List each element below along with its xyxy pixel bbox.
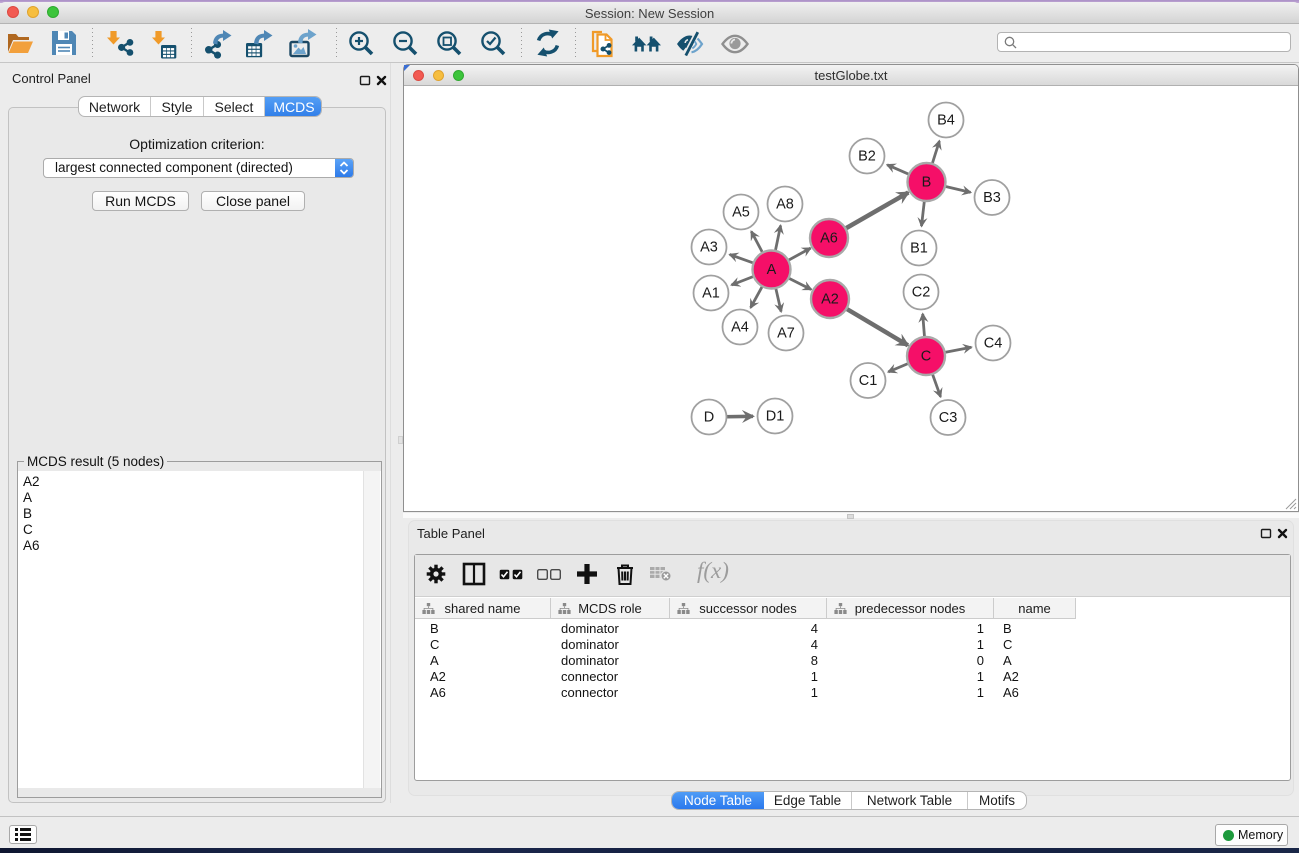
svg-text:A6: A6 xyxy=(820,231,838,247)
svg-text:B2: B2 xyxy=(858,149,876,165)
svg-text:A8: A8 xyxy=(776,197,794,213)
svg-text:B1: B1 xyxy=(910,241,928,257)
svg-text:B: B xyxy=(922,175,932,191)
svg-text:A2: A2 xyxy=(821,292,839,308)
svg-text:A1: A1 xyxy=(702,286,720,302)
svg-text:B4: B4 xyxy=(937,113,955,129)
svg-text:C2: C2 xyxy=(912,285,931,301)
svg-text:C3: C3 xyxy=(939,410,958,426)
svg-text:C1: C1 xyxy=(859,373,878,389)
svg-text:C4: C4 xyxy=(984,336,1003,352)
svg-text:A7: A7 xyxy=(777,326,795,342)
svg-text:A5: A5 xyxy=(732,205,750,221)
svg-text:D: D xyxy=(704,410,714,426)
svg-text:B3: B3 xyxy=(983,190,1001,206)
svg-text:A4: A4 xyxy=(731,320,749,336)
svg-text:A3: A3 xyxy=(700,240,718,256)
svg-text:C: C xyxy=(921,349,931,365)
svg-text:D1: D1 xyxy=(766,409,785,425)
svg-text:A: A xyxy=(767,262,777,278)
